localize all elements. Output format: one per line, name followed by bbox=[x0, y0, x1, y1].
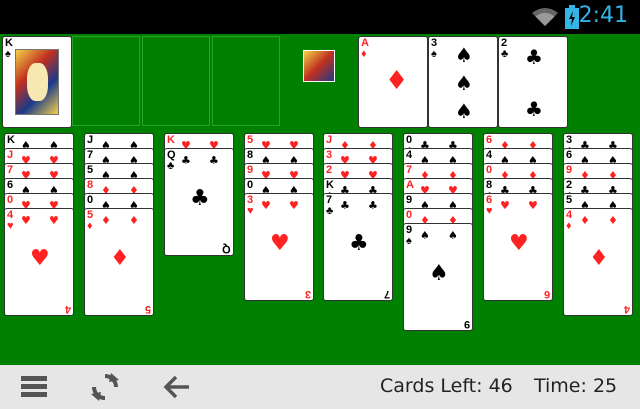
card-pip: ♣ bbox=[181, 154, 191, 167]
timer: Time: 25 bbox=[534, 375, 618, 397]
foundation-card[interactable]: 2 ♣ ♣ ♣ bbox=[498, 36, 568, 128]
card-pip: ♥ bbox=[289, 199, 299, 212]
bottom-toolbar: Cards Left: 46 Time: 25 bbox=[0, 365, 640, 409]
card-suit: ♠ bbox=[5, 48, 11, 60]
card-pip: ♥ bbox=[21, 214, 31, 227]
menu-icon[interactable] bbox=[18, 372, 50, 402]
card-suit: ♦ bbox=[87, 220, 93, 232]
foundation-card[interactable]: A ♦ ♦ bbox=[358, 36, 428, 128]
card-suit: ♣ bbox=[326, 205, 334, 217]
card-pip: ♠ bbox=[429, 261, 449, 286]
tableau-card[interactable]: Q ♣ ♣ ♣ ♣ Q bbox=[164, 148, 234, 256]
card-suit: ♠ bbox=[406, 235, 412, 247]
tableau-card[interactable]: 9 ♠ ♠ ♠ ♠ 9 bbox=[403, 223, 473, 331]
card-pip: ♠ bbox=[448, 229, 458, 242]
king-emblem-icon bbox=[303, 50, 335, 82]
card-pip: ♣ bbox=[525, 97, 543, 121]
card-pip: ♥ bbox=[261, 199, 271, 212]
card-pip: ♥ bbox=[500, 199, 510, 212]
tableau-card[interactable]: 3 ♥ ♥ ♥ ♥ 3 bbox=[244, 193, 314, 301]
card-suit: ♣ bbox=[167, 160, 175, 172]
card-pip: ♦ bbox=[129, 214, 139, 227]
card-pip: ♦ bbox=[110, 246, 130, 271]
card-pip: ♥ bbox=[528, 199, 538, 212]
card-suit: ♥ bbox=[7, 220, 14, 232]
tableau-card[interactable]: 6 ♥ ♥ ♥ ♥ 6 bbox=[483, 193, 553, 301]
status-bar: 2:41 bbox=[0, 0, 640, 34]
clock: 2:41 bbox=[578, 3, 628, 28]
card-suit: ♠ bbox=[431, 48, 437, 60]
card-suit: ♦ bbox=[361, 48, 367, 60]
card-pip: ♠ bbox=[455, 71, 473, 95]
card-rank: 6 bbox=[543, 288, 550, 300]
card-pip: ♦ bbox=[101, 214, 111, 227]
card-pip: ♣ bbox=[525, 45, 543, 69]
cards-left-counter: Cards Left: 46 bbox=[380, 375, 513, 397]
battery-icon bbox=[565, 5, 579, 29]
refresh-icon[interactable] bbox=[89, 372, 121, 402]
card-rank: 5 bbox=[144, 303, 151, 315]
card-pip: ♥ bbox=[270, 231, 290, 256]
card-pip: ♠ bbox=[455, 99, 473, 123]
game-table: K♠ A♦ ♦ 3♠ ♠ ♠ ♠ 2♣ ♣ ♣ K♠♠♠J♥♥♥7♥♥♥6♠♠♠… bbox=[0, 34, 640, 365]
card-suit: ♥ bbox=[486, 205, 493, 217]
tableau-card[interactable]: 4 ♦ ♦ ♦ ♦ 4 bbox=[563, 208, 633, 316]
free-cell-slot[interactable] bbox=[212, 36, 280, 126]
free-cell-card[interactable]: K ♠ bbox=[2, 36, 72, 128]
tableau-card[interactable]: 5 ♦ ♦ ♦ ♦ 5 bbox=[84, 208, 154, 316]
card-suit: ♣ bbox=[501, 48, 509, 60]
card-pip: ♦ bbox=[608, 214, 618, 227]
card-pip: ♥ bbox=[30, 246, 50, 271]
card-rank: Q bbox=[222, 243, 231, 255]
foundation-card[interactable]: 3 ♠ ♠ ♠ ♠ bbox=[428, 36, 498, 128]
card-pip: ♠ bbox=[420, 229, 430, 242]
card-pip: ♦ bbox=[589, 246, 609, 271]
card-suit: ♥ bbox=[247, 205, 254, 217]
card-pip: ♣ bbox=[209, 154, 219, 167]
card-pip: ♦ bbox=[385, 66, 409, 96]
free-cell-slot[interactable] bbox=[142, 36, 210, 126]
king-face-image bbox=[15, 49, 59, 115]
card-rank: 4 bbox=[64, 303, 71, 315]
card-pip: ♣ bbox=[340, 199, 350, 212]
card-rank: 9 bbox=[463, 318, 470, 330]
card-pip: ♥ bbox=[509, 231, 529, 256]
tableau-card[interactable]: 4 ♥ ♥ ♥ ♥ 4 bbox=[4, 208, 74, 316]
card-pip: ♣ bbox=[349, 231, 369, 256]
card-suit: ♦ bbox=[566, 220, 572, 232]
card-pip: ♣ bbox=[190, 186, 210, 211]
card-rank: 3 bbox=[304, 288, 311, 300]
card-rank: 4 bbox=[623, 303, 630, 315]
card-pip: ♦ bbox=[580, 214, 590, 227]
card-pip: ♠ bbox=[455, 43, 473, 67]
free-cell-slot[interactable] bbox=[72, 36, 140, 126]
back-arrow-icon[interactable] bbox=[161, 372, 193, 402]
tableau-card[interactable]: 7 ♣ ♣ ♣ ♣ 7 bbox=[323, 193, 393, 301]
wifi-icon bbox=[532, 8, 558, 26]
card-pip: ♣ bbox=[368, 199, 378, 212]
card-rank: 7 bbox=[383, 288, 390, 300]
card-pip: ♥ bbox=[49, 214, 59, 227]
